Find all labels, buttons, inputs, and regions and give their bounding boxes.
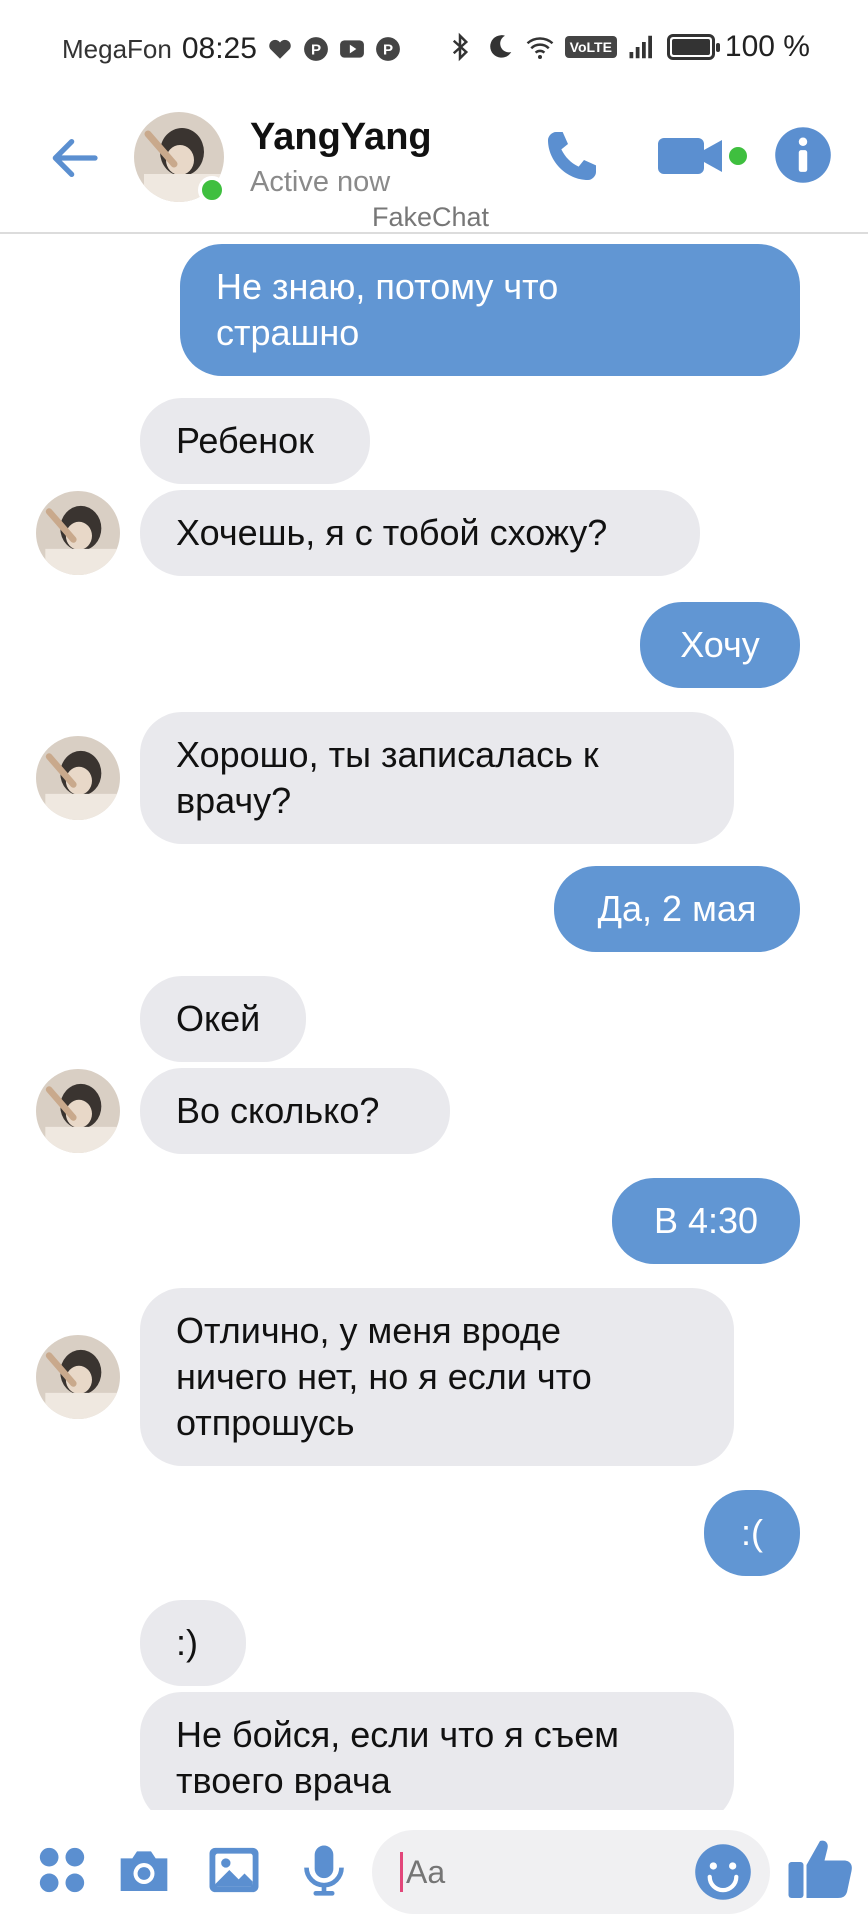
- message-list[interactable]: Не знаю, потому что страшно Ребенок Хочешь,…: [0, 236, 868, 1810]
- heart-icon: [269, 39, 291, 59]
- message-text-line: Окей: [176, 998, 261, 1039]
- camera-icon[interactable]: [116, 1842, 172, 1898]
- contact-name[interactable]: YangYang: [250, 116, 432, 159]
- status-bar: MegaFon 08:25 P P VoLTE 100 %: [0, 0, 868, 96]
- message-input[interactable]: [406, 1850, 646, 1894]
- pinterest-icon: P: [376, 37, 400, 61]
- incoming-message-bubble[interactable]: :): [140, 1600, 246, 1686]
- wifi-icon: [526, 37, 553, 59]
- outgoing-message-bubble[interactable]: :(: [704, 1490, 800, 1576]
- sender-avatar[interactable]: [36, 1069, 120, 1153]
- message-input-wrapper[interactable]: [372, 1830, 770, 1914]
- back-arrow-icon[interactable]: [46, 130, 102, 186]
- message-text: :): [176, 1620, 198, 1666]
- message-text-line: врачу?: [176, 780, 292, 821]
- apps-icon[interactable]: [34, 1842, 90, 1898]
- video-call-icon[interactable]: [656, 124, 756, 188]
- message-text: Ребенок: [176, 418, 314, 464]
- incoming-message-bubble[interactable]: Отлично, у меня вроде ничего нет, но я ес…: [140, 1288, 734, 1466]
- chat-header: YangYang Active now FakeChat: [0, 96, 868, 234]
- volte-icon: VoLTE: [564, 36, 617, 58]
- message-text: Не знаю, потому что страшно: [216, 264, 558, 356]
- svg-text:P: P: [383, 41, 393, 58]
- sender-avatar[interactable]: [36, 1335, 120, 1419]
- avatar-photo-icon: [36, 1069, 120, 1153]
- pinterest-icon: P: [304, 37, 328, 61]
- composer-bar: [0, 1812, 868, 1920]
- contact-avatar[interactable]: [134, 112, 226, 204]
- signal-icon: [629, 35, 652, 59]
- emoji-icon[interactable]: [694, 1843, 752, 1901]
- phone-icon[interactable]: [540, 124, 604, 188]
- message-text: Окей: [176, 996, 260, 1042]
- gallery-icon[interactable]: [206, 1842, 262, 1898]
- sender-avatar[interactable]: [36, 491, 120, 575]
- incoming-message-bubble[interactable]: Хочешь, я с тобой схожу?: [140, 490, 700, 576]
- message-text: :(: [741, 1510, 763, 1556]
- message-text-line: страшно: [216, 312, 360, 353]
- avatar-photo-icon: [36, 491, 120, 575]
- message-text: В 4:30: [654, 1198, 758, 1244]
- incoming-message-bubble[interactable]: Окей: [140, 976, 306, 1062]
- microphone-icon[interactable]: [296, 1842, 352, 1898]
- message-text-line: В 4:30: [653, 1200, 759, 1241]
- bluetooth-icon: [452, 32, 468, 62]
- message-text-line: :): [176, 1622, 198, 1663]
- message-text-line: Да, 2 мая: [597, 888, 757, 929]
- outgoing-message-bubble[interactable]: Не знаю, потому что страшно: [180, 244, 800, 376]
- message-text-line: Хочу: [680, 624, 760, 665]
- outgoing-message-bubble[interactable]: Да, 2 мая: [554, 866, 800, 952]
- message-text: Хочешь, я с тобой схожу?: [176, 510, 607, 556]
- message-text: Да, 2 мая: [598, 886, 757, 932]
- message-text-line: :(: [741, 1512, 763, 1553]
- incoming-message-bubble[interactable]: Не бойся, если что я съем твоего врача: [140, 1692, 734, 1810]
- message-text: Отлично, у меня вроде ничего нет, но я ес…: [176, 1308, 592, 1446]
- carrier-label: MegaFon: [62, 33, 172, 64]
- incoming-message-bubble[interactable]: Ребенок: [140, 398, 370, 484]
- message-text-line: Хочешь, я с тобой схожу?: [176, 512, 608, 553]
- thumbs-up-icon[interactable]: [784, 1832, 856, 1904]
- status-bar-right: VoLTE 100 %: [445, 30, 810, 64]
- youtube-icon: [340, 40, 364, 58]
- outgoing-message-bubble[interactable]: В 4:30: [612, 1178, 800, 1264]
- message-text-line: Ребенок: [176, 420, 314, 461]
- clock: 08:25: [181, 32, 257, 65]
- message-text-line: Хорошо, ты записалась к: [176, 734, 599, 775]
- text-caret: [400, 1852, 403, 1892]
- contact-status: Active now: [250, 166, 391, 198]
- incoming-message-bubble[interactable]: Во сколько?: [140, 1068, 450, 1154]
- message-text-line: ничего нет, но я если что: [176, 1356, 592, 1397]
- message-text-line: Во сколько?: [176, 1090, 380, 1131]
- incoming-message-bubble[interactable]: Хорошо, ты записалась к врачу?: [140, 712, 734, 844]
- status-bar-left: MegaFon 08:25 P P: [62, 32, 401, 66]
- message-text-line: твоего врача: [176, 1760, 391, 1801]
- outgoing-message-bubble[interactable]: Хочу: [640, 602, 800, 688]
- sender-avatar[interactable]: [36, 736, 120, 820]
- message-text-line: отпрошусь: [176, 1402, 355, 1443]
- message-text: Хорошо, ты записалась к врачу?: [176, 732, 599, 824]
- message-text-line: Не бойся, если что я съем: [176, 1714, 620, 1755]
- message-text-line: Не знаю, потому что: [216, 266, 559, 307]
- online-indicator: [198, 176, 226, 204]
- battery-percent: 100 %: [724, 30, 810, 63]
- info-icon[interactable]: [774, 126, 832, 184]
- avatar-photo-icon: [36, 736, 120, 820]
- battery-icon: [666, 34, 720, 60]
- message-text: Хочу: [680, 622, 760, 668]
- moon-icon: [489, 35, 511, 58]
- message-text-line: Отлично, у меня вроде: [176, 1310, 562, 1351]
- avatar-photo-icon: [36, 1335, 120, 1419]
- message-text: Не бойся, если что я съем твоего врача: [176, 1712, 619, 1804]
- message-text: Во сколько?: [176, 1088, 379, 1134]
- watermark: FakeChat: [372, 202, 490, 232]
- svg-text:P: P: [311, 41, 321, 58]
